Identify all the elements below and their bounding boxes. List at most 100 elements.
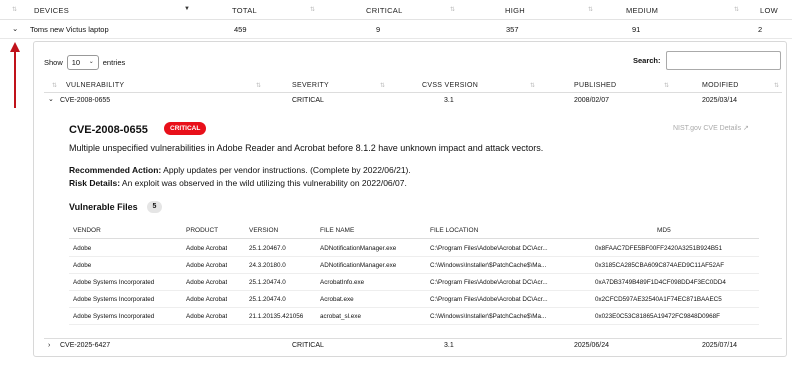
sort-desc-icon[interactable]: ▼ <box>184 6 190 12</box>
col-low[interactable]: LOW <box>760 6 778 15</box>
chevron-down-icon: ⌄ <box>88 59 94 65</box>
file-location: C:\Program Files\Adobe\Acrobat DC\Acr... <box>430 245 548 252</box>
vulnerable-files-heading: Vulnerable Files <box>69 202 138 212</box>
vulnerability-table-header: ⇅ VULNERABILITY ⇅ SEVERITY ⇅ CVSS VERSIO… <box>44 80 782 93</box>
sort-icon[interactable]: ⇅ <box>52 82 57 89</box>
file-md5: 0x8FAAC7DFE5BF00FF2420A3251B924B51 <box>595 245 723 252</box>
col-file-location: FILE LOCATION <box>430 227 479 234</box>
file-md5: 0xA7DB3749B489F1D4CF098DD4F3EC0DD4 <box>595 279 726 286</box>
sort-icon[interactable]: ⇅ <box>664 82 669 89</box>
col-file-name: FILE NAME <box>320 227 355 234</box>
vulnerable-files-count: 5 <box>147 201 162 213</box>
file-location: C:\Windows\Installer\$PatchCache$\Ma... <box>430 313 547 320</box>
file-version: 25.1.20467.0 <box>249 245 286 252</box>
chevron-down-icon[interactable]: ⌄ <box>48 95 54 103</box>
search-input[interactable] <box>666 51 781 70</box>
cve-description: Multiple unspecified vulnerabilities in … <box>69 143 544 153</box>
file-name: AcrobatInfo.exe <box>320 279 365 286</box>
files-table-header: VENDOR PRODUCT VERSION FILE NAME FILE LO… <box>69 225 759 239</box>
sort-icon[interactable]: ⇅ <box>380 82 385 89</box>
file-product: Adobe Acrobat <box>186 296 228 303</box>
file-product: Adobe Acrobat <box>186 245 228 252</box>
vuln-cvss: 3.1 <box>444 97 454 104</box>
col-critical[interactable]: CRITICAL <box>366 6 403 15</box>
file-vendor: Adobe Systems Incorporated <box>73 296 155 303</box>
file-version: 24.3.20180.0 <box>249 262 286 269</box>
severity-badge: CRITICAL <box>164 122 207 135</box>
recommended-label: Recommended Action: <box>69 165 162 175</box>
file-location: C:\Program Files\Adobe\Acrobat DC\Acr... <box>430 296 548 303</box>
file-product: Adobe Acrobat <box>186 279 228 286</box>
col-published[interactable]: PUBLISHED <box>574 82 616 89</box>
col-devices[interactable]: DEVICES <box>34 6 69 15</box>
vulnerability-row[interactable]: ⌄ CVE-2008-0655 CRITICAL 3.1 2008/02/07 … <box>44 94 782 109</box>
nist-link[interactable]: NIST.gov CVE Details ↗ <box>673 124 749 132</box>
file-md5: 0x023E0C53C81865A19472FC9848D0968F <box>595 313 720 320</box>
file-name: ADNotificationManager.exe <box>320 262 397 269</box>
col-md5: MD5 <box>657 227 671 234</box>
cve-title: CVE-2008-0655 <box>69 124 148 136</box>
vuln-modified: 2025/03/14 <box>702 97 738 104</box>
sort-icon[interactable]: ⇅ <box>530 82 535 89</box>
table-row: Adobe Systems Incorporated Adobe Acrobat… <box>69 308 759 325</box>
entries-select[interactable]: 10 ⌄ <box>66 55 99 70</box>
col-total[interactable]: TOTAL <box>232 6 257 15</box>
sort-icon[interactable]: ⇅ <box>588 6 593 13</box>
entries-value: 10 <box>71 58 81 67</box>
device-medium: 91 <box>632 25 641 34</box>
device-name: Toms new Victus laptop <box>30 25 109 34</box>
search-label: Search: <box>633 56 661 65</box>
col-vulnerability[interactable]: VULNERABILITY <box>66 82 124 89</box>
file-md5: 0x2CFCD597AE32540A1F74EC871BAAEC5 <box>595 296 722 303</box>
file-name: Acrobat.exe <box>320 296 354 303</box>
col-cvss[interactable]: CVSS VERSION <box>422 82 478 89</box>
file-product: Adobe Acrobat <box>186 313 228 320</box>
chevron-right-icon[interactable]: › <box>48 342 50 349</box>
sort-icon[interactable]: ⇅ <box>12 6 17 13</box>
col-medium[interactable]: MEDIUM <box>626 6 658 15</box>
col-vendor: VENDOR <box>73 227 101 234</box>
device-row[interactable]: ⌄ Toms new Victus laptop 459 9 357 91 2 <box>0 20 792 39</box>
file-vendor: Adobe Systems Incorporated <box>73 313 155 320</box>
device-low: 2 <box>758 25 763 34</box>
col-modified[interactable]: MODIFIED <box>702 82 739 89</box>
nist-link-label: NIST.gov CVE Details <box>673 125 742 132</box>
table-row: Adobe Adobe Acrobat 25.1.20467.0 ADNotif… <box>69 240 759 257</box>
vuln-modified: 2025/07/14 <box>702 342 738 349</box>
file-vendor: Adobe Systems Incorporated <box>73 279 155 286</box>
sort-icon[interactable]: ⇅ <box>450 6 455 13</box>
file-vendor: Adobe <box>73 262 92 269</box>
device-critical: 9 <box>376 25 381 34</box>
file-name: ADNotificationManager.exe <box>320 245 397 252</box>
show-label: Show <box>44 58 63 67</box>
file-location: C:\Program Files\Adobe\Acrobat DC\Acr... <box>430 279 548 286</box>
file-md5: 0x3185CA285CBA609C874AED9C11AF52AF <box>595 262 725 269</box>
vuln-severity: CRITICAL <box>292 97 324 104</box>
risk-details: Risk Details: An exploit was observed in… <box>69 178 407 188</box>
col-severity[interactable]: SEVERITY <box>292 82 329 89</box>
risk-text: An exploit was observed in the wild util… <box>120 178 407 188</box>
devices-table-header: ⇅ DEVICES ▼ TOTAL ⇅ CRITICAL ⇅ HIGH ⇅ ME… <box>0 0 792 20</box>
vuln-published: 2025/06/24 <box>574 342 610 349</box>
recommended-text: Apply updates per vendor instructions. (… <box>161 165 411 175</box>
vuln-severity: CRITICAL <box>292 342 324 349</box>
table-row: Adobe Systems Incorporated Adobe Acrobat… <box>69 291 759 308</box>
sort-icon[interactable]: ⇅ <box>256 82 261 89</box>
file-vendor: Adobe <box>73 245 92 252</box>
file-version: 25.1.20474.0 <box>249 279 286 286</box>
chevron-down-icon[interactable]: ⌄ <box>12 24 18 33</box>
sort-icon[interactable]: ⇅ <box>310 6 315 13</box>
col-product: PRODUCT <box>186 227 219 234</box>
sort-icon[interactable]: ⇅ <box>774 82 779 89</box>
external-link-icon: ↗ <box>743 125 749 132</box>
sort-icon[interactable]: ⇅ <box>734 6 739 13</box>
col-version: VERSION <box>249 227 279 234</box>
file-name: acrobat_sl.exe <box>320 313 361 320</box>
file-version: 21.1.20135.421056 <box>249 313 304 320</box>
vulnerability-row[interactable]: › CVE-2025-6427 CRITICAL 3.1 2025/06/24 … <box>44 338 782 352</box>
col-high[interactable]: HIGH <box>505 6 525 15</box>
file-location: C:\Windows\Installer\$PatchCache$\Ma... <box>430 262 547 269</box>
show-entries: Show 10 ⌄ entries <box>44 55 125 70</box>
table-row: Adobe Adobe Acrobat 24.3.20180.0 ADNotif… <box>69 257 759 274</box>
file-version: 25.1.20474.0 <box>249 296 286 303</box>
